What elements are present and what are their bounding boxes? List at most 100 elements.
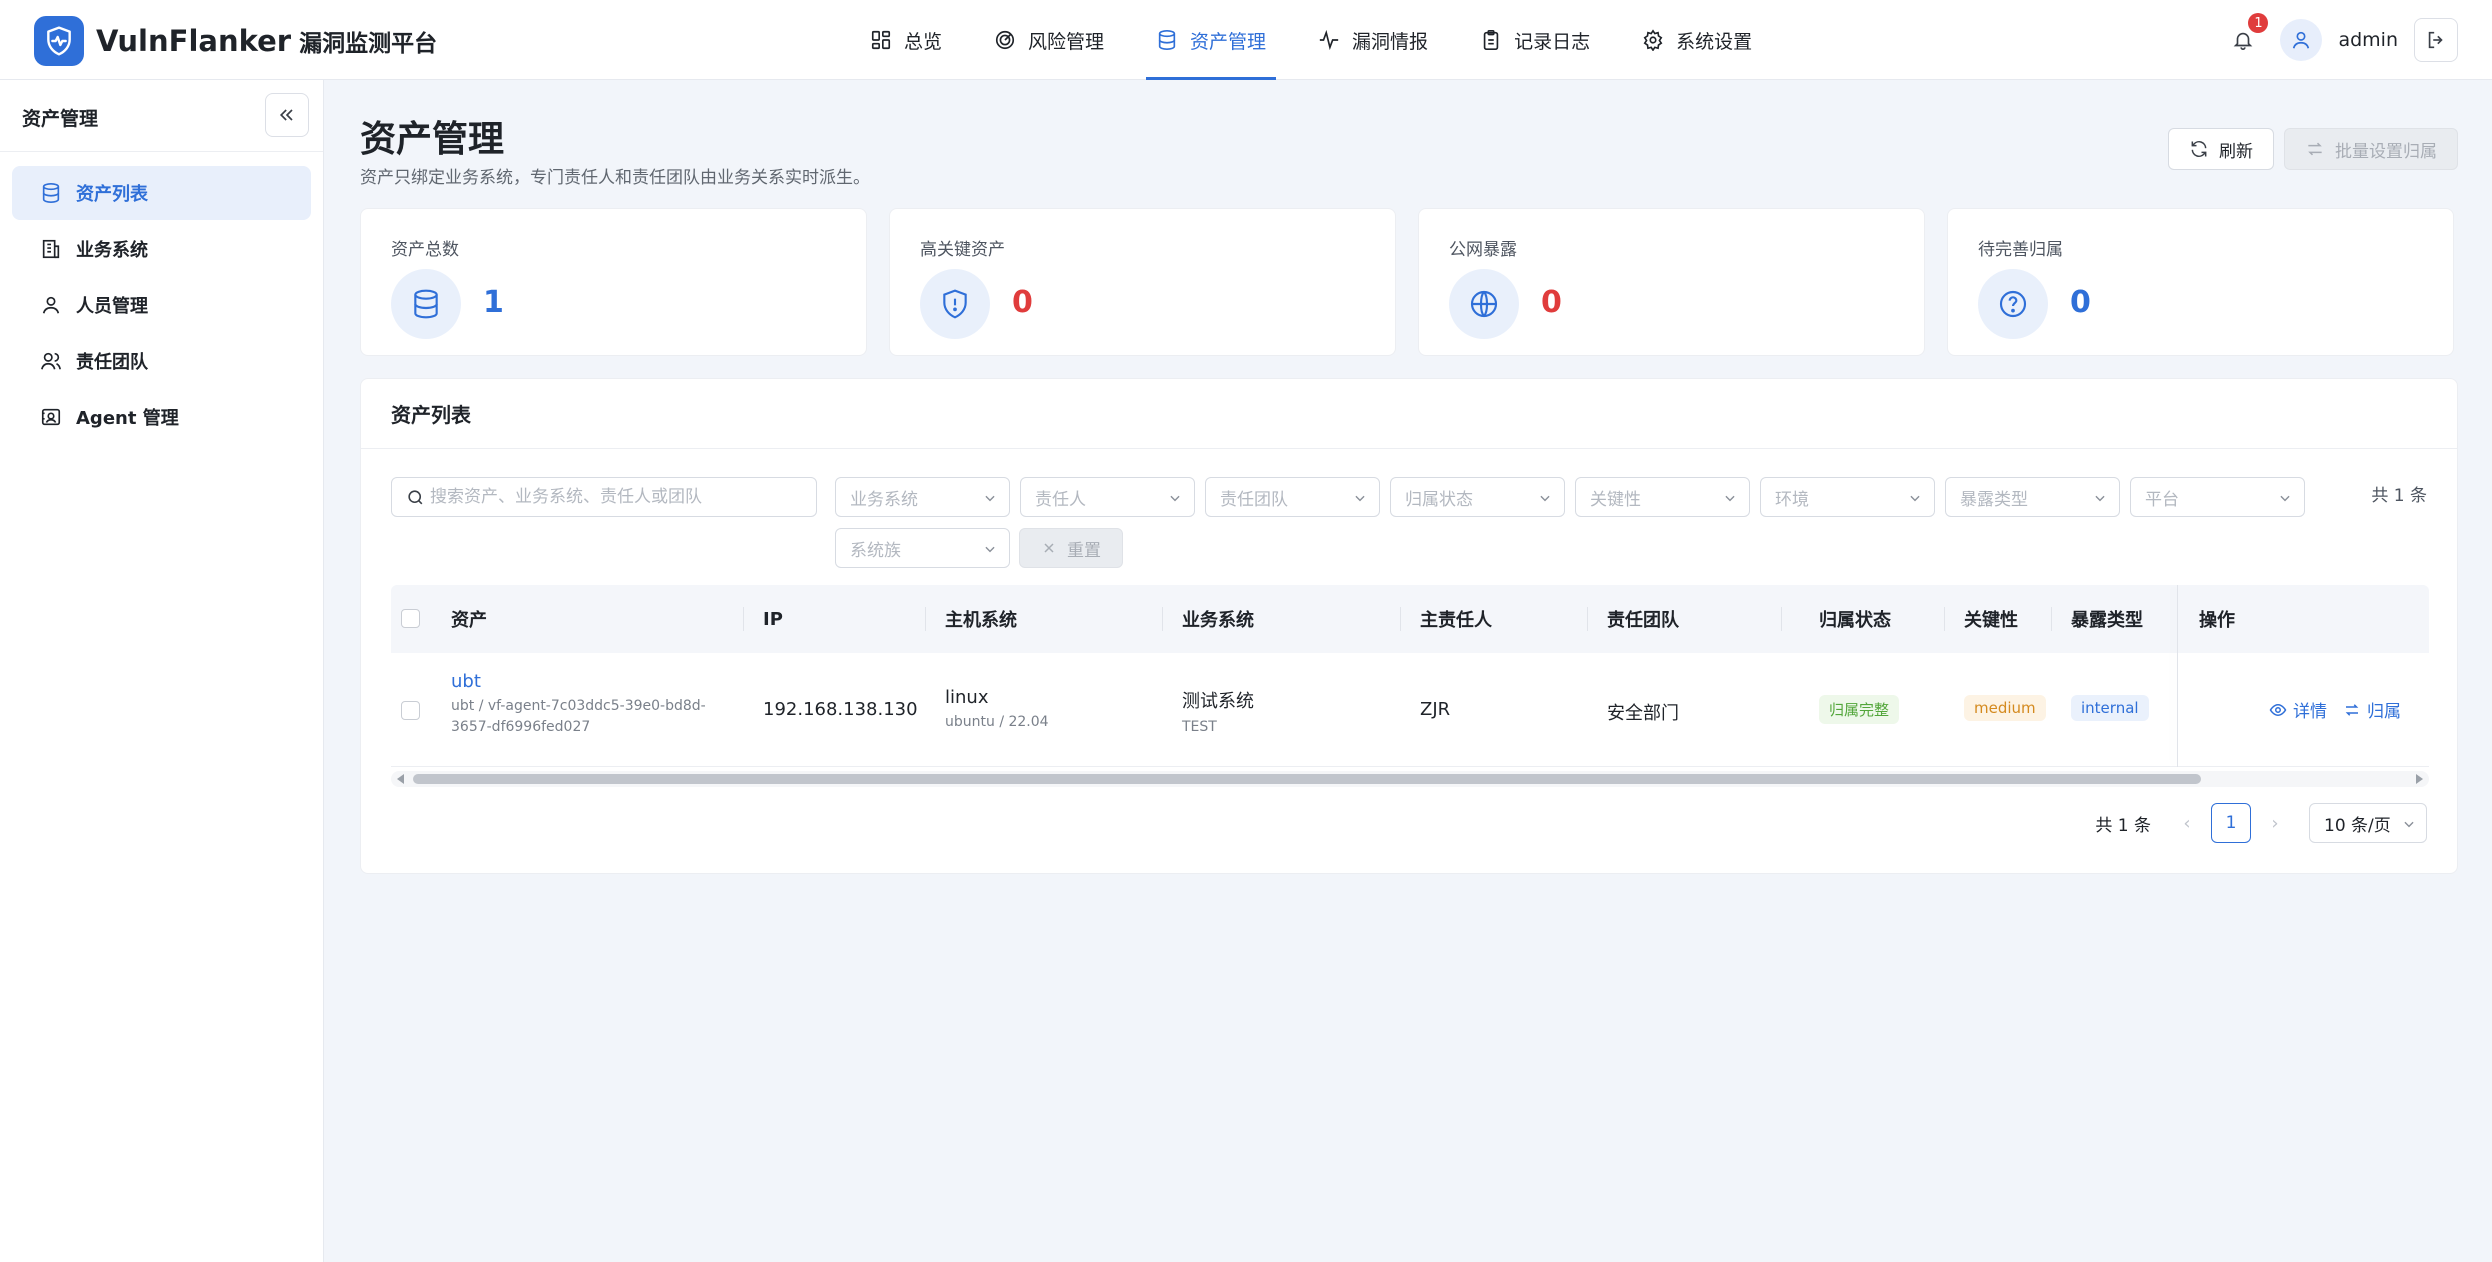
nav-logs[interactable]: 记录日志 [1470, 0, 1600, 80]
brand[interactable]: VulnFlanker 漏洞监测平台 [96, 24, 437, 58]
asset-identifier: ubt / vf-agent-7c03ddc5-39e0-bd8d-3657-d… [451, 698, 706, 735]
brand-subtitle: 漏洞监测平台 [299, 31, 438, 57]
asset-name-link[interactable]: ubt [451, 671, 731, 692]
detail-label: 详情 [2293, 702, 2327, 722]
top-header: VulnFlanker 漏洞监测平台 总览 风险管理 资产管理 漏洞情报 记录日… [0, 0, 2492, 80]
sidebar-item-personnel[interactable]: 人员管理 [12, 278, 311, 332]
globe-icon [1449, 269, 1519, 339]
asset-list-panel: 资产列表 业务系统 责任人 责任团队 归属状态 关键性 环境 暴露类型 平台 系… [360, 378, 2458, 874]
stat-card-critical: 高关键资产 0 [889, 208, 1396, 356]
users-icon [41, 352, 61, 370]
user-icon [2293, 31, 2310, 49]
scroll-left-arrow[interactable] [397, 774, 404, 784]
filter-os-family[interactable]: 系统族 [835, 528, 1010, 568]
column-divider [1781, 607, 1782, 631]
stat-value: 0 [1012, 285, 1033, 320]
refresh-icon [2191, 140, 2207, 158]
column-header: 主机系统 [945, 610, 1017, 631]
chevron-down-icon [1910, 495, 1920, 502]
filter-placeholder: 归属状态 [1405, 489, 1473, 510]
sidebar-item-teams[interactable]: 责任团队 [12, 334, 311, 388]
database-icon [42, 183, 60, 203]
asset-cell: ubt ubt / vf-agent-7c03ddc5-39e0-bd8d-36… [451, 671, 731, 738]
filter-placeholder: 系统族 [850, 540, 901, 561]
filter-platform[interactable]: 平台 [2130, 477, 2305, 517]
nav-label: 总览 [904, 30, 943, 53]
nav-assets[interactable]: 资产管理 [1146, 0, 1277, 80]
swap-icon [2345, 703, 2359, 716]
logout-icon [2428, 31, 2443, 49]
fixed-column-divider [2177, 585, 2178, 767]
row-checkbox[interactable] [401, 701, 420, 720]
search-input[interactable] [430, 487, 816, 507]
avatar[interactable] [2280, 19, 2323, 61]
activity-icon [1319, 29, 1339, 51]
select-all-checkbox[interactable] [401, 609, 420, 628]
filter-environment[interactable]: 环境 [1760, 477, 1935, 517]
criticality-cell: medium [1964, 695, 2046, 721]
status-cell: 归属完整 [1819, 695, 1900, 724]
page-description: 资产只绑定业务系统，专门责任人和责任团队由业务关系实时派生。 [360, 168, 870, 188]
filter-placeholder: 平台 [2145, 489, 2179, 510]
business-code: TEST [1182, 719, 1217, 735]
chevron-down-icon [2404, 821, 2414, 828]
detail-button[interactable]: 详情 [2269, 697, 2327, 722]
sidebar-item-label: 资产列表 [76, 184, 148, 205]
sidebar: 资产管理 资产列表 业务系统 人员管理 责任团队 Agent 管理 [0, 80, 324, 1262]
sidebar-item-label: Agent 管理 [76, 408, 179, 429]
swap-icon [2308, 142, 2322, 156]
column-divider [2051, 607, 2052, 631]
exposure-cell: internal [2071, 695, 2149, 721]
nav-overview[interactable]: 总览 [860, 0, 952, 80]
sidebar-item-business[interactable]: 业务系统 [12, 222, 311, 276]
notification-button[interactable]: 1 [2226, 13, 2269, 57]
stat-card-public: 公网暴露 0 [1418, 208, 1925, 356]
agent-icon [41, 408, 61, 426]
filter-business[interactable]: 业务系统 [835, 477, 1010, 517]
table-header: 资产 IP 主机系统 业务系统 主责任人 责任团队 归属状态 关键性 暴露类型 … [391, 585, 2429, 653]
horizontal-scrollbar[interactable] [391, 771, 2429, 787]
filter-placeholder: 责任人 [1035, 489, 1086, 510]
scroll-right-arrow[interactable] [2416, 774, 2423, 784]
filter-team[interactable]: 责任团队 [1205, 477, 1380, 517]
stat-label: 高关键资产 [920, 240, 1005, 260]
business-name: 测试系统 [1182, 691, 1254, 712]
filter-placeholder: 责任团队 [1220, 489, 1288, 510]
table-row: ubt ubt / vf-agent-7c03ddc5-39e0-bd8d-36… [391, 653, 2429, 767]
filter-exposure[interactable]: 暴露类型 [1945, 477, 2120, 517]
refresh-button[interactable]: 刷新 [2168, 128, 2274, 170]
page-number[interactable]: 1 [2211, 803, 2251, 843]
question-icon [1978, 269, 2048, 339]
batch-assign-button[interactable]: 批量设置归属 [2284, 128, 2458, 170]
bell-icon [2234, 32, 2253, 50]
status-badge: 归属完整 [1819, 695, 1900, 724]
os-version: ubuntu / 22.04 [945, 714, 1049, 730]
chevron-down-icon [1540, 495, 1550, 502]
sidebar-item-agent[interactable]: Agent 管理 [12, 390, 311, 444]
sidebar-header: 资产管理 [0, 80, 323, 152]
collapse-sidebar-button[interactable] [265, 93, 309, 137]
reset-button[interactable]: 重置 [1019, 528, 1123, 568]
page-size-select[interactable]: 10 条/页 [2309, 803, 2427, 843]
stat-value: 1 [483, 285, 504, 320]
scroll-thumb[interactable] [413, 774, 2201, 784]
chevron-down-icon [1170, 495, 1180, 502]
page-title: 资产管理 [360, 119, 505, 160]
filter-owner[interactable]: 责任人 [1020, 477, 1195, 517]
filter-status[interactable]: 归属状态 [1390, 477, 1565, 517]
column-header: 主责任人 [1420, 610, 1492, 631]
stat-card-pending: 待完善归属 0 [1947, 208, 2454, 356]
pagination: 共 1 条 ‹ 1 › 10 条/页 [2095, 803, 2427, 843]
next-page-button[interactable]: › [2259, 803, 2291, 843]
nav-label: 漏洞情报 [1352, 30, 1429, 53]
filter-criticality[interactable]: 关键性 [1575, 477, 1750, 517]
assign-button[interactable]: 归属 [2343, 697, 2401, 722]
username[interactable]: admin [2338, 29, 2398, 51]
nav-risk[interactable]: 风险管理 [984, 0, 1114, 80]
sidebar-item-asset-list[interactable]: 资产列表 [12, 166, 311, 220]
nav-settings[interactable]: 系统设置 [1632, 0, 1762, 80]
logout-button[interactable] [2414, 18, 2458, 62]
prev-page-button[interactable]: ‹ [2171, 803, 2203, 843]
nav-intel[interactable]: 漏洞情报 [1308, 0, 1438, 80]
reset-label: 重置 [1067, 540, 1101, 561]
